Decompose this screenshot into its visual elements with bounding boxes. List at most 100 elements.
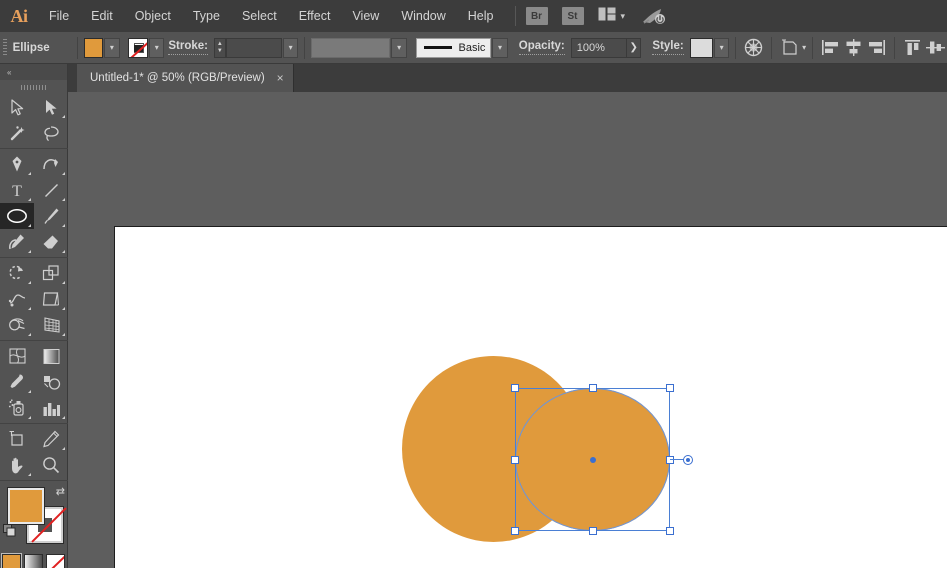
- magic-wand-tool[interactable]: [0, 120, 34, 146]
- tool-flyout-indicator: [62, 172, 65, 175]
- hand-tool[interactable]: [0, 452, 34, 478]
- selection-handle-top-left[interactable]: [511, 384, 519, 392]
- selection-handle-top-center[interactable]: [589, 384, 597, 392]
- shaper-pencil-tool[interactable]: [0, 229, 34, 255]
- workspace-switcher[interactable]: ▾: [598, 7, 626, 26]
- opacity-input[interactable]: 100%: [571, 38, 627, 58]
- selection-handle-bottom-center[interactable]: [589, 527, 597, 535]
- align-center-horizontal-icon[interactable]: [842, 35, 865, 61]
- align-left-icon[interactable]: [819, 35, 842, 61]
- graphic-style-swatch[interactable]: [690, 38, 713, 58]
- type-tool[interactable]: T: [0, 177, 34, 203]
- graphic-style-dropdown[interactable]: ▾: [714, 38, 729, 58]
- close-icon[interactable]: ×: [277, 71, 284, 85]
- stroke-color-swatch[interactable]: [128, 38, 148, 58]
- menu-help[interactable]: Help: [457, 0, 505, 32]
- opacity-dropdown-button[interactable]: ❯: [627, 38, 641, 58]
- tool-flyout-indicator: [62, 224, 65, 227]
- align-right-icon[interactable]: [865, 35, 888, 61]
- direct-selection-tool[interactable]: [34, 94, 68, 120]
- selection-handle-top-right[interactable]: [666, 384, 674, 392]
- free-transform-tool[interactable]: [34, 286, 68, 312]
- menu-select[interactable]: Select: [231, 0, 288, 32]
- selection-tool[interactable]: [0, 94, 34, 120]
- symbol-sprayer-tool[interactable]: [0, 395, 34, 421]
- swap-fill-stroke-icon[interactable]: ⇄: [56, 485, 65, 498]
- selection-handle-middle-left[interactable]: [511, 456, 519, 464]
- tool-divider-4: [0, 423, 68, 424]
- selection-handle-bottom-right[interactable]: [666, 527, 674, 535]
- brush-definition-dropdown[interactable]: ▾: [492, 38, 507, 58]
- fill-dropdown-button[interactable]: ▾: [104, 38, 119, 58]
- width-tool[interactable]: [0, 286, 34, 312]
- document-tab-title: Untitled-1* @ 50% (RGB/Preview): [90, 72, 265, 84]
- align-top-icon[interactable]: [901, 35, 924, 61]
- color-mode-buttons: [0, 554, 67, 568]
- control-divider-6: [894, 37, 895, 59]
- document-tab[interactable]: Untitled-1* @ 50% (RGB/Preview) ×: [77, 64, 294, 92]
- width-profile-dropdown[interactable]: ▾: [391, 38, 406, 58]
- menu-window[interactable]: Window: [390, 0, 456, 32]
- app-logo: Ai: [0, 0, 38, 32]
- pen-tool[interactable]: [0, 151, 34, 177]
- selection-handle-bottom-left[interactable]: [511, 527, 519, 535]
- width-profile-input[interactable]: [311, 38, 390, 58]
- rotation-widget[interactable]: [683, 455, 693, 465]
- illustrator-window: Ai File Edit Object Type Select Effect V…: [0, 0, 947, 568]
- curvature-tool[interactable]: [34, 151, 68, 177]
- rocket-power-icon[interactable]: [641, 6, 667, 26]
- bridge-button[interactable]: Br: [526, 7, 548, 25]
- none-mode-button[interactable]: [46, 554, 65, 568]
- fill-color-control[interactable]: [8, 488, 44, 524]
- default-fill-stroke-icon[interactable]: [3, 524, 16, 537]
- collapse-panel-button[interactable]: «: [0, 64, 67, 80]
- stroke-weight-dropdown[interactable]: ▾: [283, 38, 298, 58]
- menu-effect[interactable]: Effect: [288, 0, 342, 32]
- menu-view[interactable]: View: [341, 0, 390, 32]
- tool-flyout-indicator: [62, 250, 65, 253]
- blend-tool[interactable]: [34, 369, 68, 395]
- menu-type[interactable]: Type: [182, 0, 231, 32]
- gradient-mode-button[interactable]: [24, 554, 43, 568]
- ellipse-tool[interactable]: [0, 203, 34, 229]
- artboard-tool[interactable]: [0, 426, 34, 452]
- transform-chevron-down-icon[interactable]: ▾: [802, 43, 806, 52]
- zoom-tool[interactable]: [34, 452, 68, 478]
- stroke-weight-input[interactable]: [226, 38, 282, 58]
- brush-definition-field[interactable]: Basic: [416, 38, 492, 58]
- eyedropper-tool[interactable]: [0, 369, 34, 395]
- fill-swatch[interactable]: [84, 38, 104, 58]
- menu-bar: Ai File Edit Object Type Select Effect V…: [0, 0, 947, 32]
- artboard[interactable]: [114, 226, 947, 568]
- shape-builder-tool[interactable]: [0, 312, 34, 338]
- mesh-tool[interactable]: [0, 343, 34, 369]
- stroke-weight-stepper[interactable]: ▲▼: [214, 38, 226, 58]
- menu-object[interactable]: Object: [124, 0, 182, 32]
- paintbrush-tool[interactable]: [34, 203, 68, 229]
- tools-panel: «: [0, 64, 68, 568]
- column-graph-tool[interactable]: [34, 395, 68, 421]
- stock-button[interactable]: St: [562, 7, 584, 25]
- tool-flyout-indicator: [28, 390, 31, 393]
- tool-flyout-indicator: [28, 307, 31, 310]
- tool-group-transform: [0, 260, 68, 338]
- canvas-area[interactable]: [68, 92, 947, 568]
- eraser-tool[interactable]: [34, 229, 68, 255]
- menu-file[interactable]: File: [38, 0, 80, 32]
- gradient-tool[interactable]: [34, 343, 68, 369]
- recolor-artwork-icon[interactable]: [742, 35, 765, 61]
- scale-tool[interactable]: [34, 260, 68, 286]
- line-segment-tool[interactable]: [34, 177, 68, 203]
- control-bar-grip[interactable]: [0, 32, 11, 64]
- stroke-dropdown-button[interactable]: ▾: [149, 38, 164, 58]
- align-center-vertical-icon[interactable]: [924, 35, 947, 61]
- menu-edit[interactable]: Edit: [80, 0, 124, 32]
- rotate-tool[interactable]: [0, 260, 34, 286]
- color-mode-button[interactable]: [2, 554, 21, 568]
- transform-icon[interactable]: [778, 35, 801, 61]
- tools-panel-grip[interactable]: [0, 80, 67, 94]
- tool-group-selection: [0, 94, 68, 146]
- perspective-grid-tool[interactable]: [34, 312, 68, 338]
- lasso-tool[interactable]: [34, 120, 68, 146]
- slice-tool[interactable]: [34, 426, 68, 452]
